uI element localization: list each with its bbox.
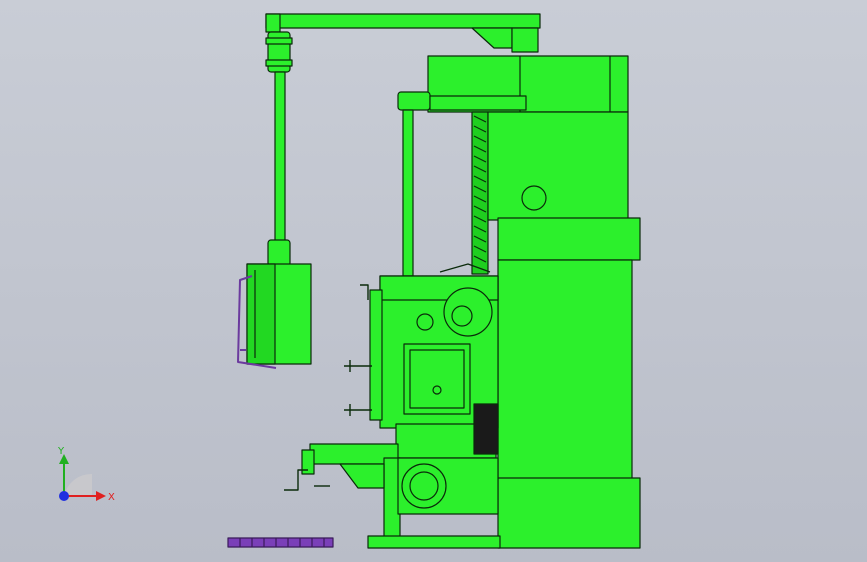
orientation-triad[interactable]: Y X [44,440,124,512]
control-pendant-box[interactable] [246,263,312,365]
z-axis-dot [59,491,69,501]
guide-columns[interactable] [402,109,489,277]
x-axis-head [96,491,106,501]
side-levers[interactable] [344,284,372,416]
cad-viewport[interactable]: Y X [0,0,867,562]
main-column-body[interactable] [487,111,641,549]
pendant-column[interactable] [265,31,293,267]
machine-model[interactable] [0,0,867,562]
y-axis-label: Y [57,446,65,457]
floor-rail [227,537,334,548]
lower-carriage[interactable] [301,403,501,549]
x-axis-label: X [108,492,115,503]
upper-head-housing[interactable] [397,55,629,113]
overhead-arm[interactable] [265,13,541,53]
